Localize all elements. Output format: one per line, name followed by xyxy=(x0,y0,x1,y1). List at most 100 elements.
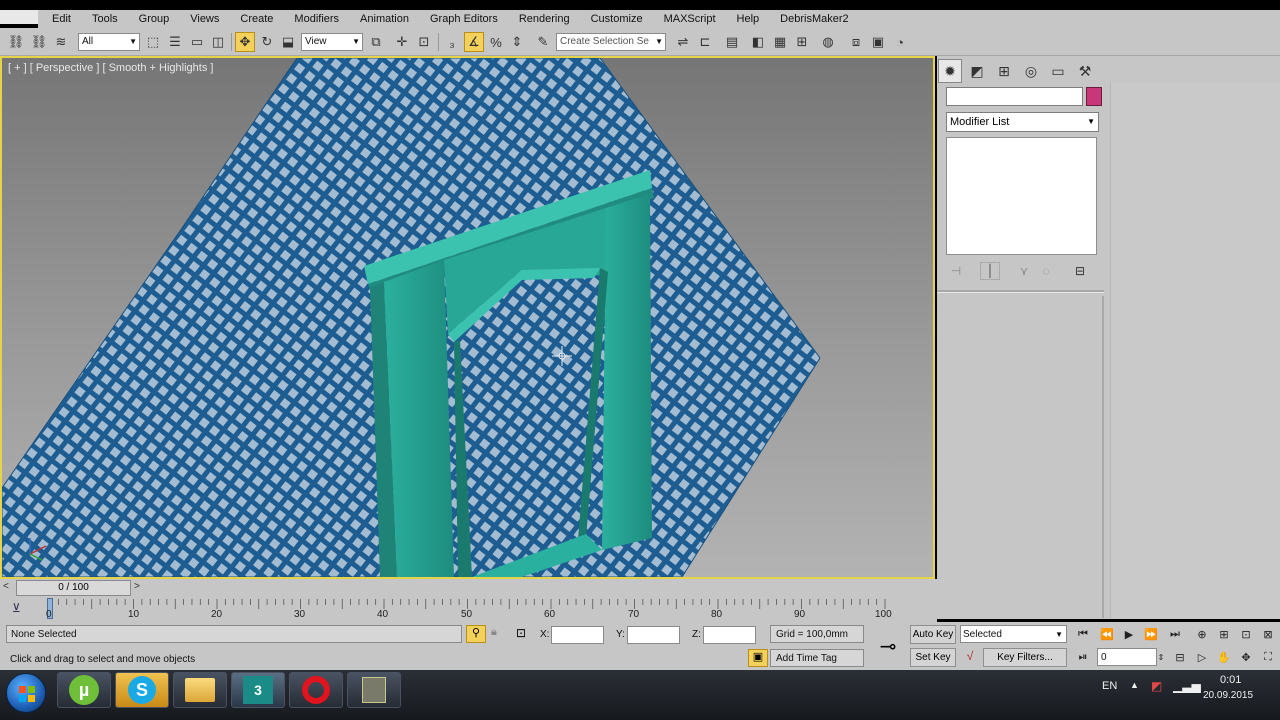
menu-views[interactable]: Views xyxy=(190,13,219,25)
select-and-move-icon[interactable]: ✥ xyxy=(235,32,255,52)
utilities-tab-icon[interactable]: ⚒ xyxy=(1073,59,1097,83)
spinner-snap-icon[interactable]: ⇕ xyxy=(507,32,527,52)
menu-customize[interactable]: Customize xyxy=(591,13,643,25)
rendered-frame-window-icon[interactable]: ▣ xyxy=(868,32,888,52)
clock-date[interactable]: 20.09.2015 xyxy=(1203,690,1253,701)
menu-modifiers[interactable]: Modifiers xyxy=(294,13,339,25)
keyboard-shortcut-override-icon[interactable]: ⊡ xyxy=(414,32,434,52)
modify-tab-icon[interactable]: ◩ xyxy=(965,59,989,83)
snaps-toggle-icon[interactable]: ₃ xyxy=(442,32,462,52)
select-manipulate-icon[interactable]: ✛ xyxy=(392,32,412,52)
key-tangent-icon[interactable]: √ xyxy=(960,649,980,667)
orbit-icon[interactable]: ✥ xyxy=(1236,648,1256,666)
modifier-stack-list[interactable] xyxy=(946,137,1097,255)
curve-editor-icon[interactable]: ▦ xyxy=(770,32,790,52)
named-selection-dropdown[interactable]: Create Selection Se ▼ xyxy=(556,33,666,51)
menu-debrismaker2[interactable]: DebrisMaker2 xyxy=(780,13,848,25)
menu-maxscript[interactable]: MAXScript xyxy=(664,13,716,25)
go-to-start-icon[interactable]: ⏮ xyxy=(1073,625,1093,643)
maximize-viewport-icon[interactable]: ⛶ xyxy=(1258,648,1278,666)
play-icon[interactable]: ▶ xyxy=(1119,625,1139,643)
go-to-end-icon[interactable]: ⏭ xyxy=(1165,625,1185,643)
pivot-center-icon[interactable]: ⧉ xyxy=(366,32,386,52)
select-and-rotate-icon[interactable]: ↻ xyxy=(257,32,277,52)
rectangular-selection-icon[interactable]: ▭ xyxy=(187,32,207,52)
select-and-scale-icon[interactable]: ⬓ xyxy=(278,32,298,52)
y-coordinate-input[interactable] xyxy=(627,626,680,644)
make-unique-icon[interactable]: ⋎ xyxy=(1014,262,1034,280)
percent-snap-icon[interactable]: % xyxy=(486,32,506,52)
time-slider-prev[interactable]: < xyxy=(3,581,15,595)
remove-modifier-icon[interactable]: ◌ xyxy=(1036,262,1056,280)
taskbar-app[interactable] xyxy=(347,672,401,708)
time-slider-thumb[interactable]: 0 / 100 xyxy=(16,580,131,596)
taskbar-opera[interactable] xyxy=(289,672,343,708)
menu-rendering[interactable]: Rendering xyxy=(519,13,570,25)
set-key-button[interactable]: Set Key xyxy=(910,648,956,667)
window-crossing-icon[interactable]: ◫ xyxy=(208,32,228,52)
align-icon[interactable]: ⊏ xyxy=(695,32,715,52)
viewport-label[interactable]: [ + ] [ Perspective ] [ Smooth + Highlig… xyxy=(8,62,213,74)
taskbar-skype[interactable]: S xyxy=(115,672,169,708)
time-tag-icon[interactable]: ▣ xyxy=(748,649,768,667)
start-button[interactable] xyxy=(6,673,46,713)
previous-frame-icon[interactable]: ⏪ xyxy=(1097,625,1117,643)
absolute-transform-icon[interactable]: ⊡ xyxy=(516,626,532,642)
object-color-swatch[interactable] xyxy=(1086,87,1102,106)
menu-help[interactable]: Help xyxy=(737,13,760,25)
field-of-view-icon[interactable]: ▷ xyxy=(1192,648,1212,666)
track-bar[interactable]: ⊻ 0 10 20 30 40 50 60 70 80 90 100 xyxy=(0,597,937,622)
menu-edit[interactable]: Edit xyxy=(52,13,71,25)
x-coordinate-input[interactable] xyxy=(551,626,604,644)
taskbar-utorrent[interactable]: µ xyxy=(57,672,111,708)
mini-curve-editor-icon[interactable]: ⊻ xyxy=(12,601,21,615)
language-indicator[interactable]: EN xyxy=(1102,680,1117,692)
set-keys-key-icon[interactable]: ⊸ xyxy=(870,628,906,666)
select-by-name-icon[interactable]: ☰ xyxy=(165,32,185,52)
taskbar-3dsmax[interactable]: 3 xyxy=(231,672,285,708)
menu-graph-editors[interactable]: Graph Editors xyxy=(430,13,498,25)
zoom-extents-icon[interactable]: ⊡ xyxy=(1236,625,1256,643)
next-frame-icon[interactable]: ⏩ xyxy=(1141,625,1161,643)
edit-named-selection-icon[interactable]: ✎ xyxy=(533,32,553,52)
menu-animation[interactable]: Animation xyxy=(360,13,409,25)
zoom-all-icon[interactable]: ⊞ xyxy=(1214,625,1234,643)
render-production-icon[interactable]: ◔ xyxy=(890,32,910,52)
create-tab-icon[interactable]: ✹ xyxy=(938,59,962,83)
key-mode-dropdown[interactable]: Selected ▼ xyxy=(960,625,1067,643)
current-frame-input[interactable]: 0 xyxy=(1097,648,1157,666)
auto-key-button[interactable]: Auto Key xyxy=(910,625,956,644)
menu-create[interactable]: Create xyxy=(240,13,273,25)
select-and-link-icon[interactable]: ⛓ xyxy=(6,32,26,52)
z-coordinate-input[interactable] xyxy=(703,626,756,644)
menu-tools[interactable]: Tools xyxy=(92,13,118,25)
hierarchy-tab-icon[interactable]: ⊞ xyxy=(992,59,1016,83)
add-time-tag-field[interactable]: Add Time Tag xyxy=(770,649,864,667)
unlink-icon[interactable]: ⛓ xyxy=(29,32,49,52)
display-tab-icon[interactable]: ▭ xyxy=(1046,59,1070,83)
frame-spinner-icon[interactable]: ⇕ xyxy=(1155,648,1167,666)
show-end-result-icon[interactable]: ┃ xyxy=(980,262,1000,280)
modifier-list-dropdown[interactable]: Modifier List ▼ xyxy=(946,112,1099,132)
layer-manager-icon[interactable]: ▤ xyxy=(722,32,742,52)
tray-expand-icon[interactable]: ▲ xyxy=(1130,680,1139,690)
reference-coordinate-dropdown[interactable]: View ▼ xyxy=(301,33,363,51)
select-object-icon[interactable]: ⬚ xyxy=(143,32,163,52)
pan-view-icon[interactable]: ✋ xyxy=(1214,648,1234,666)
tray-app-icon[interactable]: ◩ xyxy=(1151,679,1162,693)
render-setup-icon[interactable]: ⧈ xyxy=(846,32,866,52)
configure-modifier-sets-icon[interactable]: ⊟ xyxy=(1070,262,1090,280)
graphite-modeling-icon[interactable]: ◧ xyxy=(748,32,768,52)
clock-time[interactable]: 0:01 xyxy=(1220,674,1241,686)
perspective-viewport[interactable]: [ + ] [ Perspective ] [ Smooth + Highlig… xyxy=(0,56,935,579)
time-slider[interactable]: < 0 / 100 > xyxy=(0,579,937,597)
app-icon-block[interactable] xyxy=(0,10,38,24)
key-filters-button[interactable]: Key Filters... xyxy=(983,648,1067,667)
key-mode-toggle-icon[interactable]: ⏯ xyxy=(1073,648,1093,666)
bind-space-warp-icon[interactable]: ≋ xyxy=(51,32,71,52)
network-signal-icon[interactable]: ▁▃▅ xyxy=(1173,679,1201,693)
pin-stack-icon[interactable]: ⊣ xyxy=(946,262,966,280)
zoom-extents-all-icon[interactable]: ⊠ xyxy=(1258,625,1278,643)
time-configuration-icon[interactable]: ⊟ xyxy=(1170,648,1190,666)
material-editor-icon[interactable]: ◍ xyxy=(818,32,838,52)
